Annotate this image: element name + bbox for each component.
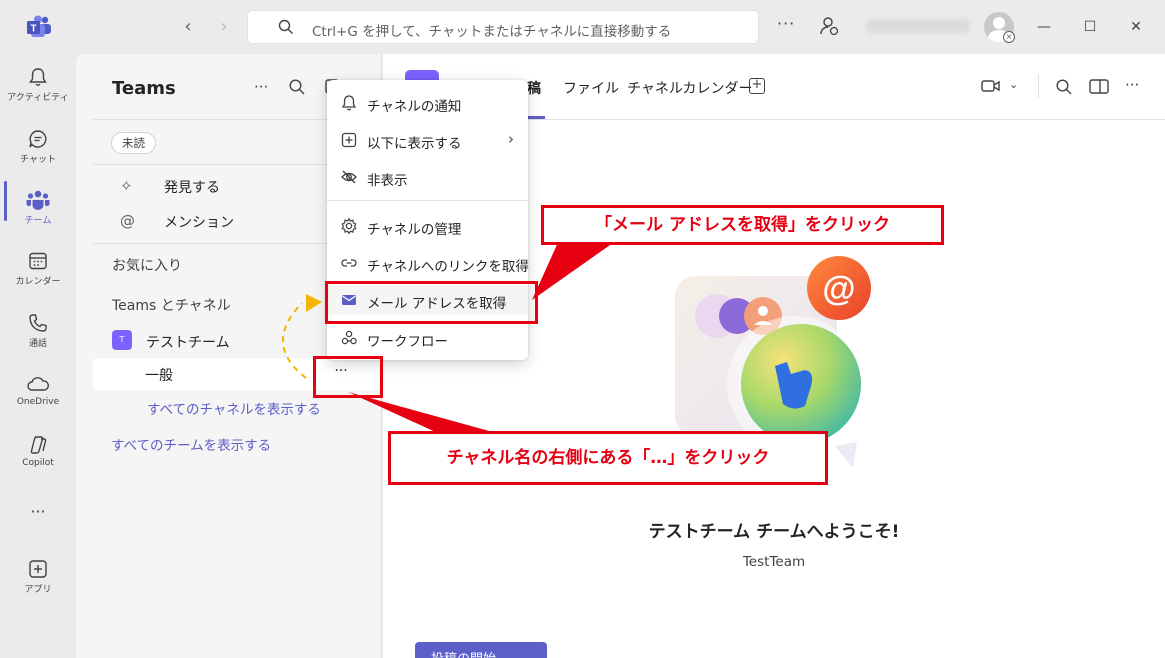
welcome-subtitle: TestTeam bbox=[742, 554, 806, 570]
highlight-box-more bbox=[313, 356, 383, 398]
start-post-button[interactable]: 投稿の開始 bbox=[415, 642, 547, 658]
teams-channels-section[interactable]: Teams とチャネル bbox=[112, 295, 231, 315]
phone-icon bbox=[29, 314, 47, 332]
menu-divider bbox=[327, 200, 528, 201]
callout-click-more: チャネル名の右側にある「…」をクリック bbox=[388, 431, 828, 485]
menu-item-show-in[interactable]: 以下に表示する › bbox=[327, 125, 528, 155]
search-icon[interactable] bbox=[288, 78, 306, 96]
close-icon[interactable]: ✕ bbox=[1126, 17, 1146, 37]
svg-text:T: T bbox=[30, 24, 36, 35]
rail-teams[interactable]: チーム bbox=[0, 181, 76, 239]
rail-label: チーム bbox=[24, 216, 52, 226]
bell-icon bbox=[29, 68, 47, 86]
chat-icon bbox=[29, 130, 47, 148]
search-input[interactable]: Ctrl+G を押して、チャットまたはチャネルに直接移動する bbox=[247, 10, 759, 44]
menu-item-get-link[interactable]: チャネルへのリンクを取得 bbox=[327, 248, 529, 278]
menu-item-label: チャネルの管理 bbox=[367, 222, 462, 238]
rail-label: 通話 bbox=[28, 339, 47, 349]
presence-offline-icon: × bbox=[1003, 31, 1015, 43]
at-icon: @ bbox=[120, 212, 135, 230]
org-person-icon[interactable] bbox=[818, 15, 840, 37]
rail-onedrive[interactable]: OneDrive bbox=[0, 365, 76, 423]
video-icon[interactable] bbox=[981, 78, 1001, 94]
menu-item-label: チャネルの通知 bbox=[367, 99, 462, 115]
team-name: テストチーム bbox=[146, 335, 230, 351]
mentions-label: メンション bbox=[164, 215, 234, 231]
panel-title: Teams bbox=[112, 78, 176, 99]
tab-files[interactable]: ファイル bbox=[563, 78, 619, 98]
rail-label: カレンダー bbox=[15, 277, 61, 287]
highlight-box-mail bbox=[325, 281, 538, 324]
sparkle-icon: ✧ bbox=[120, 177, 133, 195]
more-options-icon[interactable]: ··· bbox=[1125, 76, 1139, 94]
rail-label: Copilot bbox=[22, 458, 54, 468]
workflow-icon bbox=[341, 330, 357, 345]
teams-logo-icon[interactable]: T bbox=[26, 15, 52, 39]
eye-off-icon bbox=[341, 170, 357, 184]
show-all-channels-link[interactable]: すべてのチャネルを表示する bbox=[147, 398, 321, 418]
callout-get-email: 「メール アドレスを取得」をクリック bbox=[541, 205, 944, 245]
title-bar: T ‹ › Ctrl+G を押して、チャットまたはチャネルに直接移動する ···… bbox=[0, 0, 1165, 54]
menu-item-label: チャネルへのリンクを取得 bbox=[367, 259, 529, 275]
menu-item-manage-channel[interactable]: チャネルの管理 bbox=[327, 211, 528, 241]
menu-item-workflows[interactable]: ワークフロー bbox=[327, 323, 528, 353]
rail-calls[interactable]: 通話 bbox=[0, 304, 76, 362]
gear-icon bbox=[341, 217, 357, 235]
team-avatar: T bbox=[112, 330, 132, 350]
rail-active-indicator bbox=[4, 181, 7, 221]
divider bbox=[1038, 74, 1039, 98]
rail-apps[interactable]: アプリ bbox=[0, 550, 76, 608]
discover-label: 発見する bbox=[164, 180, 220, 196]
rail-chat[interactable]: チャット bbox=[0, 120, 76, 178]
minimize-icon[interactable]: — bbox=[1034, 17, 1054, 37]
favorites-section[interactable]: お気に入り bbox=[112, 255, 182, 275]
welcome-title: テストチーム チームへようこそ! bbox=[648, 522, 900, 542]
search-placeholder: Ctrl+G を押して、チャットまたはチャネルに直接移動する bbox=[312, 24, 672, 40]
search-icon[interactable] bbox=[1055, 78, 1073, 96]
rail-more-button[interactable]: ··· bbox=[0, 502, 76, 521]
tab-channel-calendar[interactable]: チャネルカレンダー bbox=[627, 78, 752, 98]
copilot-icon bbox=[30, 436, 47, 454]
channel-name: 一般 bbox=[145, 368, 173, 384]
account-name-blurred bbox=[866, 19, 970, 33]
chevron-right-icon: › bbox=[508, 130, 514, 148]
rail-label: OneDrive bbox=[16, 397, 60, 407]
add-square-icon bbox=[341, 132, 357, 148]
rail-label: アプリ bbox=[24, 585, 52, 595]
forward-arrow-icon[interactable]: › bbox=[214, 17, 234, 37]
cloud-icon bbox=[27, 377, 50, 391]
chevron-down-icon[interactable]: ⌄ bbox=[1009, 78, 1018, 91]
rail-copilot[interactable]: Copilot bbox=[0, 426, 76, 484]
rail-label: アクティビティ bbox=[7, 93, 69, 103]
rail-label: チャット bbox=[20, 155, 56, 165]
rail-activity[interactable]: アクティビティ bbox=[0, 58, 76, 116]
unread-filter-chip[interactable]: 未読 bbox=[111, 132, 156, 154]
menu-item-channel-notifications[interactable]: チャネルの通知 bbox=[327, 88, 528, 118]
back-arrow-icon[interactable]: ‹ bbox=[178, 17, 198, 37]
search-icon bbox=[278, 19, 293, 34]
apps-icon bbox=[29, 560, 47, 578]
app-rail: アクティビティ チャット チーム カレンダー 通話 OneDrive Copil… bbox=[0, 54, 76, 658]
show-all-teams-link[interactable]: すべてのチームを表示する bbox=[111, 434, 271, 454]
maximize-icon[interactable]: ☐ bbox=[1080, 17, 1100, 37]
side-panel-icon[interactable] bbox=[1089, 78, 1109, 96]
add-tab-button[interactable]: + bbox=[749, 78, 765, 94]
teams-icon bbox=[26, 190, 50, 210]
settings-more-button[interactable]: ··· bbox=[777, 14, 795, 33]
bell-icon bbox=[341, 95, 357, 111]
calendar-icon bbox=[29, 252, 47, 270]
menu-item-label: ワークフロー bbox=[367, 334, 448, 350]
link-icon bbox=[341, 259, 357, 267]
menu-item-label: 非表示 bbox=[367, 173, 408, 189]
svg-text:@: @ bbox=[822, 270, 855, 308]
panel-more-button[interactable]: ··· bbox=[254, 78, 268, 96]
rail-calendar[interactable]: カレンダー bbox=[0, 242, 76, 300]
menu-item-label: 以下に表示する bbox=[367, 136, 462, 152]
menu-item-hide[interactable]: 非表示 bbox=[327, 162, 528, 192]
